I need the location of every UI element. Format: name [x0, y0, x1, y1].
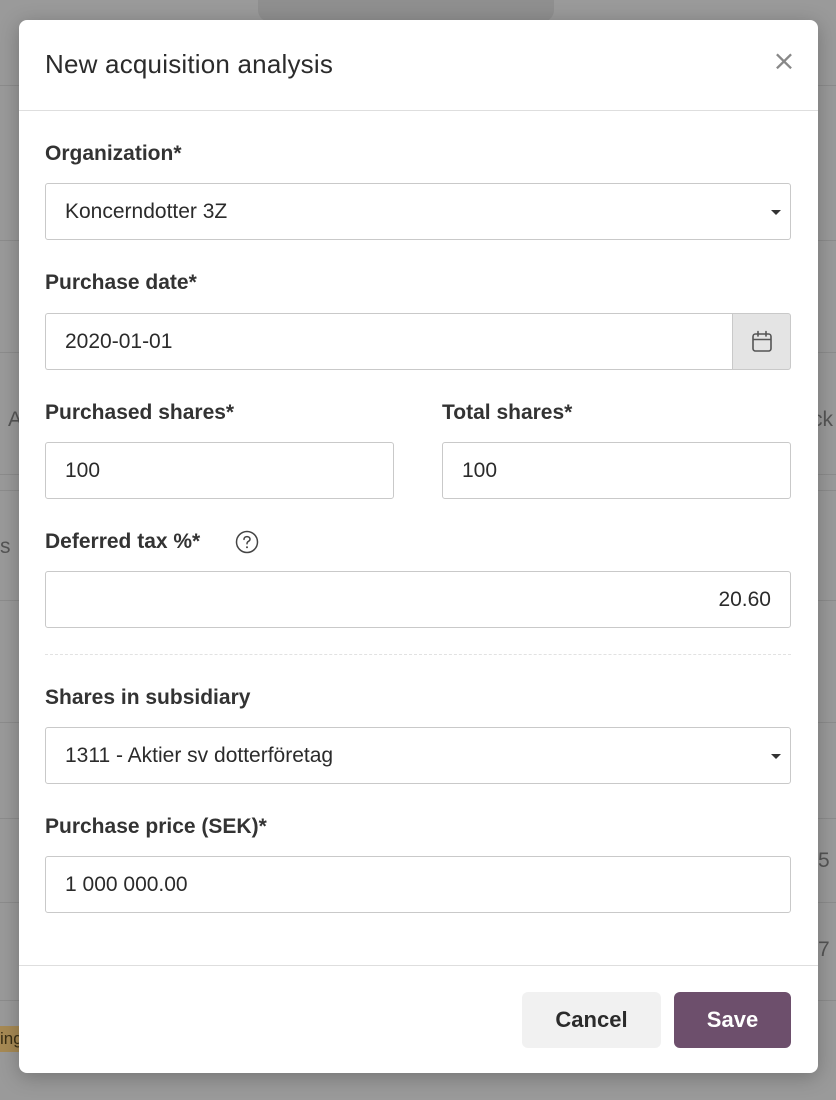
dialog-header: New acquisition analysis ×	[19, 20, 818, 111]
purchased-shares-input[interactable]	[45, 442, 394, 499]
help-circle-icon[interactable]	[235, 530, 259, 554]
shares-in-subsidiary-select[interactable]: 1311 - Aktier sv dotterföretag	[45, 727, 791, 784]
organization-select[interactable]: Koncerndotter 3Z	[45, 183, 791, 240]
section-divider	[45, 654, 791, 655]
cancel-button[interactable]: Cancel	[522, 992, 661, 1048]
shares-in-subsidiary-label: Shares in subsidiary	[45, 686, 251, 709]
total-shares-label: Total shares*	[442, 401, 573, 424]
deferred-tax-input[interactable]	[45, 571, 791, 628]
close-icon: ×	[772, 44, 796, 77]
acquisition-analysis-dialog: New acquisition analysis × Organization*…	[19, 20, 818, 1073]
calendar-icon	[751, 330, 772, 352]
chevron-down-icon	[771, 754, 781, 759]
background-text: 7	[818, 938, 830, 961]
organization-label: Organization*	[45, 142, 182, 165]
purchase-date-input[interactable]	[45, 313, 733, 370]
help-circle-icon-graphic	[235, 530, 259, 554]
purchase-price-label: Purchase price (SEK)*	[45, 815, 267, 838]
shares-in-subsidiary-value: 1311 - Aktier sv dotterföretag	[65, 743, 334, 767]
dialog-footer: Cancel Save	[19, 965, 818, 1073]
background-toolbar	[258, 0, 554, 22]
purchase-price-input[interactable]	[45, 856, 791, 913]
purchase-date-label: Purchase date*	[45, 271, 197, 294]
close-button[interactable]: ×	[771, 47, 797, 75]
organization-value: Koncerndotter 3Z	[65, 199, 228, 223]
deferred-tax-label: Deferred tax %*	[45, 530, 201, 553]
purchase-date-group	[45, 313, 791, 370]
total-shares-input[interactable]	[442, 442, 791, 499]
dialog-title: New acquisition analysis	[45, 49, 334, 79]
date-picker-button[interactable]	[732, 313, 791, 370]
chevron-down-icon	[771, 210, 781, 215]
background-text: s	[0, 535, 11, 558]
save-button[interactable]: Save	[674, 992, 791, 1048]
purchased-shares-label: Purchased shares*	[45, 401, 235, 424]
background-text: 5	[818, 849, 830, 872]
